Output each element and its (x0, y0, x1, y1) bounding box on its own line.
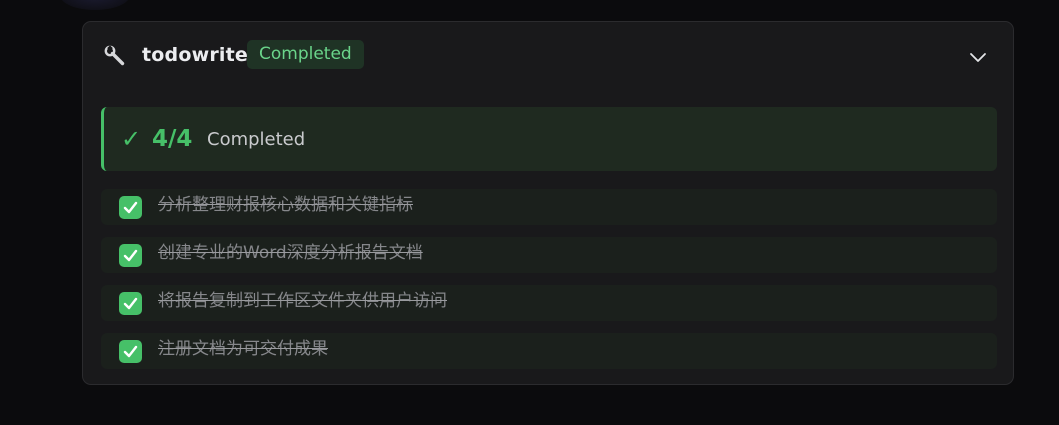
tool-call-card: todowrite Completed ✓ 4/4 Completed 分析整理… (82, 21, 1014, 385)
todo-item: 创建专业的Word深度分析报告文档 (101, 237, 997, 273)
todo-summary: ✓ 4/4 Completed (101, 107, 997, 171)
tool-name: todowrite (142, 44, 248, 66)
todo-item: 将报告复制到工作区文件夹供用户访问 (101, 285, 997, 321)
background-glow (60, 0, 130, 10)
todo-item: 分析整理财报核心数据和关键指标 (101, 189, 997, 225)
todo-text: 将报告复制到工作区文件夹供用户访问 (158, 291, 447, 311)
todo-text: 创建专业的Word深度分析报告文档 (158, 243, 423, 263)
todo-text: 注册文档为可交付成果 (158, 339, 328, 359)
todo-text: 分析整理财报核心数据和关键指标 (158, 195, 413, 215)
checkbox-checked-icon[interactable] (119, 244, 142, 267)
summary-label: Completed (207, 129, 306, 150)
checkbox-checked-icon[interactable] (119, 340, 142, 363)
status-badge: Completed (247, 40, 364, 69)
checkmark-icon: ✓ (121, 125, 142, 153)
todo-list: 分析整理财报核心数据和关键指标 创建专业的Word深度分析报告文档 将报告复制到… (101, 189, 997, 381)
checkbox-checked-icon[interactable] (119, 196, 142, 219)
summary-count: 4/4 (152, 126, 193, 152)
tool-call-header[interactable]: todowrite Completed (83, 22, 1013, 90)
todo-item: 注册文档为可交付成果 (101, 333, 997, 369)
checkbox-checked-icon[interactable] (119, 292, 142, 315)
chevron-down-icon[interactable] (967, 46, 989, 68)
wrench-icon (104, 45, 126, 67)
